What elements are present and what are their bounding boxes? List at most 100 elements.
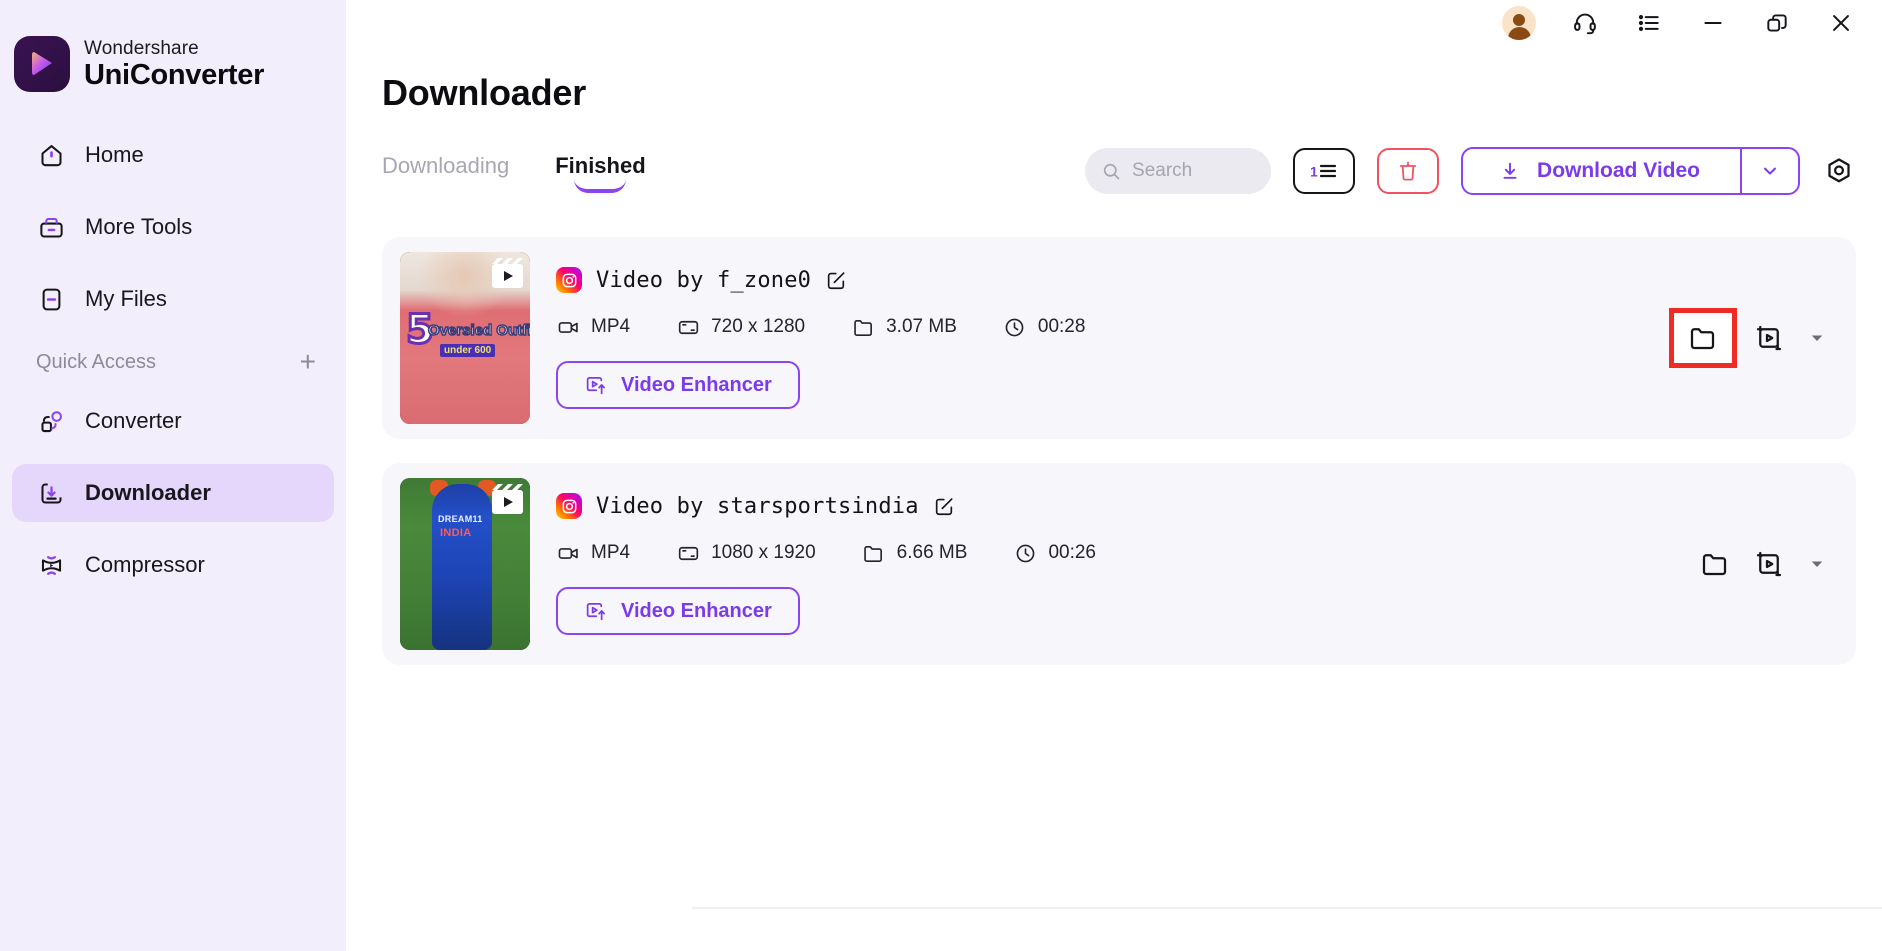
meta-size: 6.66 MB <box>862 541 968 565</box>
more-options-caret-down-icon[interactable] <box>1806 329 1828 347</box>
download-item: DREAM11 INDIA Video by starsportsindia M… <box>382 463 1856 665</box>
convert-button[interactable] <box>1752 321 1786 355</box>
sidebar-item-label: Compressor <box>85 552 205 577</box>
toolbox-icon <box>36 212 66 242</box>
meta-value: MP4 <box>591 542 631 563</box>
settings-button[interactable] <box>1822 154 1856 188</box>
meta-value: 6.66 MB <box>896 542 968 563</box>
meta-resolution: 720 x 1280 <box>676 315 805 339</box>
thumbnail-overlay-text: INDIA <box>440 527 472 539</box>
download-item-meta: MP4 1080 x 1920 6.66 MB 00:26 <box>556 541 1830 565</box>
more-options-caret-down-icon[interactable] <box>1806 555 1828 573</box>
video-camera-icon <box>556 315 580 339</box>
meta-duration: 00:26 <box>1013 541 1096 565</box>
user-avatar[interactable] <box>1502 6 1536 40</box>
sidebar-item-label: Downloader <box>85 480 211 505</box>
download-item: 5 Oversied Outfits under 600 <box>382 237 1856 439</box>
sort-numeric-icon: 1 <box>1309 159 1339 183</box>
sidebar-item-label: More Tools <box>85 214 193 239</box>
download-item-title: Video by f_zone0 <box>596 267 812 293</box>
quick-access-label: Quick Access <box>36 350 157 373</box>
trash-icon <box>1396 159 1420 183</box>
edit-icon[interactable] <box>933 495 955 517</box>
sidebar-item-converter[interactable]: Converter <box>12 392 334 450</box>
download-item-body: Video by f_zone0 MP4 720 x 1280 3.07 MB … <box>556 267 1830 409</box>
meta-value: 3.07 MB <box>886 316 957 337</box>
close-icon[interactable] <box>1826 8 1856 38</box>
meta-value: 00:26 <box>1048 542 1096 563</box>
sidebar-item-more-tools[interactable]: More Tools <box>12 198 334 256</box>
video-enhance-icon <box>584 600 607 623</box>
video-enhance-icon <box>584 374 607 397</box>
download-item-meta: MP4 720 x 1280 3.07 MB 00:28 <box>556 315 1830 339</box>
video-camera-icon <box>556 541 580 565</box>
sidebar-item-my-files[interactable]: My Files <box>12 270 334 328</box>
sort-button[interactable]: 1 <box>1293 148 1356 194</box>
toolbar: Downloading Finished Search 1 Download V… <box>382 140 1856 202</box>
open-folder-button[interactable] <box>1698 547 1732 581</box>
meta-value: 1080 x 1920 <box>711 542 816 563</box>
meta-value: 00:28 <box>1037 316 1086 337</box>
instagram-icon <box>556 493 582 519</box>
sidebar-item-compressor[interactable]: Compressor <box>12 536 334 594</box>
search-input[interactable] <box>1132 160 1243 182</box>
window-titlebar <box>1502 0 1882 46</box>
meta-resolution: 1080 x 1920 <box>676 541 816 565</box>
list-icon[interactable] <box>1634 8 1664 38</box>
folder-icon <box>851 315 875 339</box>
download-video-button[interactable]: Download Video <box>1461 147 1800 195</box>
video-enhancer-label: Video Enhancer <box>621 373 772 396</box>
minimize-icon[interactable] <box>1698 8 1728 38</box>
meta-format: MP4 <box>556 541 630 565</box>
sidebar: Wondershare UniConverter Home More Tools… <box>0 0 346 951</box>
sidebar-nav: Home More Tools My Files Quick Access + … <box>0 126 346 594</box>
video-thumbnail[interactable]: 5 Oversied Outfits under 600 <box>400 252 530 424</box>
sidebar-item-home[interactable]: Home <box>12 126 334 184</box>
instagram-icon <box>556 267 582 293</box>
sidebar-item-downloader[interactable]: Downloader <box>12 464 334 522</box>
meta-format: MP4 <box>556 315 630 339</box>
tab-finished[interactable]: Finished <box>555 153 645 189</box>
search-box[interactable] <box>1085 148 1272 194</box>
download-list: 5 Oversied Outfits under 600 <box>382 237 1856 665</box>
video-enhancer-button[interactable]: Video Enhancer <box>556 587 800 635</box>
tab-downloading[interactable]: Downloading <box>382 153 509 189</box>
brand: Wondershare UniConverter <box>0 22 346 96</box>
sidebar-item-label: Home <box>85 142 144 167</box>
gear-icon <box>1824 156 1854 186</box>
reel-badge <box>490 484 524 516</box>
headset-icon[interactable] <box>1570 8 1600 38</box>
meta-value: MP4 <box>591 316 631 337</box>
video-enhancer-button[interactable]: Video Enhancer <box>556 361 800 409</box>
video-thumbnail[interactable]: DREAM11 INDIA <box>400 478 530 650</box>
restore-icon[interactable] <box>1762 8 1792 38</box>
sidebar-item-label: My Files <box>85 286 167 311</box>
download-item-actions <box>1669 308 1828 368</box>
download-options-caret[interactable] <box>1740 149 1798 193</box>
resolution-icon <box>676 541 700 565</box>
folder-icon <box>862 541 886 565</box>
home-icon <box>36 140 66 170</box>
sidebar-item-label: Converter <box>85 408 182 433</box>
convert-button[interactable] <box>1752 547 1786 581</box>
thumbnail-overlay-text: DREAM11 <box>438 514 483 524</box>
thumbnail-overlay-text: under 600 <box>440 344 496 357</box>
tab-bar: Downloading Finished <box>382 153 646 189</box>
plus-icon[interactable]: + <box>296 348 320 376</box>
footer-divider <box>692 907 1882 909</box>
downloader-icon <box>36 478 66 508</box>
meta-size: 3.07 MB <box>851 315 957 339</box>
search-icon <box>1101 161 1122 182</box>
svg-text:1: 1 <box>1310 164 1318 180</box>
edit-icon[interactable] <box>825 269 847 291</box>
open-folder-button[interactable] <box>1669 308 1737 368</box>
reel-badge <box>490 258 524 290</box>
clock-icon <box>1003 315 1027 339</box>
meta-value: 720 x 1280 <box>711 316 806 337</box>
main-content: Downloader Downloading Finished Search 1… <box>346 0 1882 951</box>
delete-button[interactable] <box>1377 148 1440 194</box>
brand-line-1: Wondershare <box>84 37 199 59</box>
page-title: Downloader <box>382 72 587 113</box>
download-item-title: Video by starsportsindia <box>596 493 919 519</box>
converter-icon <box>36 406 66 436</box>
